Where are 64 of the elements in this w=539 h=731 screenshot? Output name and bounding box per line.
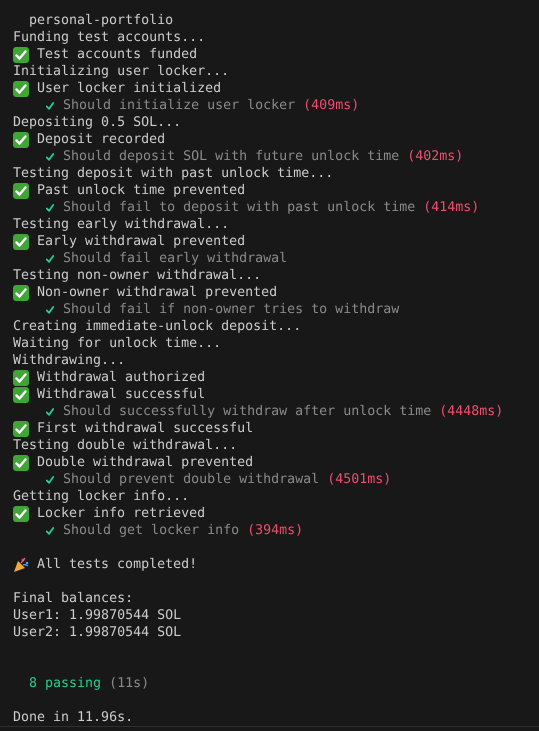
- log-line: Testing double withdrawal...: [13, 437, 238, 454]
- test-name: Should fail if non-owner tries to withdraw: [63, 301, 400, 318]
- check-icon: [13, 80, 29, 96]
- tick-icon: [46, 152, 54, 160]
- check-icon: [13, 284, 29, 300]
- log-line: Deposit recorded: [37, 131, 166, 148]
- test-duration: (394ms): [247, 522, 304, 539]
- tick-icon: [46, 102, 54, 110]
- log-line: Done in 11.96s.: [13, 709, 134, 726]
- project-title: personal-portfolio: [28, 12, 174, 29]
- check-icon: [13, 182, 29, 198]
- test-name: Should deposit SOL with future unlock time: [63, 148, 400, 165]
- tick-icon: [46, 526, 54, 534]
- test-name: Should fail to deposit with past unlock time: [63, 199, 416, 216]
- log-line: Creating immediate-unlock deposit...: [13, 318, 302, 335]
- log-line: Withdrawing...: [13, 352, 126, 369]
- log-line: User2: 1.99870544 SOL: [13, 624, 182, 641]
- log-line: Withdrawal successful: [37, 386, 206, 403]
- log-line: Funding test accounts...: [13, 29, 206, 46]
- tick-icon: [46, 204, 54, 212]
- log-line: Getting locker info...: [13, 488, 190, 505]
- log-line: Testing non-owner withdrawal...: [13, 267, 262, 284]
- log-line: Testing deposit with past unlock time...: [13, 165, 334, 182]
- test-name: Should fail early withdrawal: [63, 250, 288, 267]
- tick-icon: [46, 306, 54, 314]
- log-line: First withdrawal successful: [37, 420, 254, 437]
- log-line: Locker info retrieved: [37, 505, 206, 522]
- test-duration: (4448ms): [439, 403, 504, 420]
- check-icon: [13, 370, 29, 386]
- check-icon: [13, 234, 29, 250]
- tick-icon: [46, 408, 54, 416]
- log-line: Test accounts funded: [37, 46, 198, 63]
- party-popper-icon: [13, 556, 29, 572]
- test-name: Should successfully withdraw after unlock time: [63, 403, 432, 420]
- log-line: User1: 1.99870544 SOL: [13, 607, 182, 624]
- test-name: Should get locker info: [63, 522, 240, 539]
- check-icon: [13, 386, 29, 402]
- check-icon: [13, 46, 29, 62]
- check-icon: [13, 420, 29, 436]
- test-duration: (4501ms): [327, 471, 392, 488]
- log-line: All tests completed!: [37, 556, 198, 573]
- test-name: Should initialize user locker: [63, 97, 296, 114]
- tick-icon: [46, 476, 54, 484]
- log-line: Double withdrawal prevented: [37, 454, 254, 471]
- test-duration: (402ms): [407, 148, 464, 165]
- log-line: Testing early withdrawal...: [13, 216, 230, 233]
- log-line: Final balances:: [13, 590, 134, 607]
- test-duration: (409ms): [303, 97, 360, 114]
- test-name: Should prevent double withdrawal: [63, 471, 320, 488]
- log-line: Initializing user locker...: [13, 63, 230, 80]
- log-line: Early withdrawal prevented: [37, 233, 246, 250]
- log-line: User locker initialized: [37, 80, 222, 97]
- tick-icon: [46, 254, 54, 262]
- check-icon: [13, 132, 29, 148]
- log-line: Depositing 0.5 SOL...: [13, 114, 182, 131]
- passing-count: 8 passing: [28, 675, 102, 692]
- check-icon: [13, 506, 29, 522]
- log-line: Non-owner withdrawal prevented: [37, 284, 278, 301]
- log-line: Waiting for unlock time...: [13, 335, 222, 352]
- check-icon: [13, 454, 29, 470]
- total-duration: (11s): [109, 675, 150, 692]
- test-duration: (414ms): [423, 199, 480, 216]
- log-line: Past unlock time prevented: [37, 182, 246, 199]
- log-line: Withdrawal authorized: [37, 369, 206, 386]
